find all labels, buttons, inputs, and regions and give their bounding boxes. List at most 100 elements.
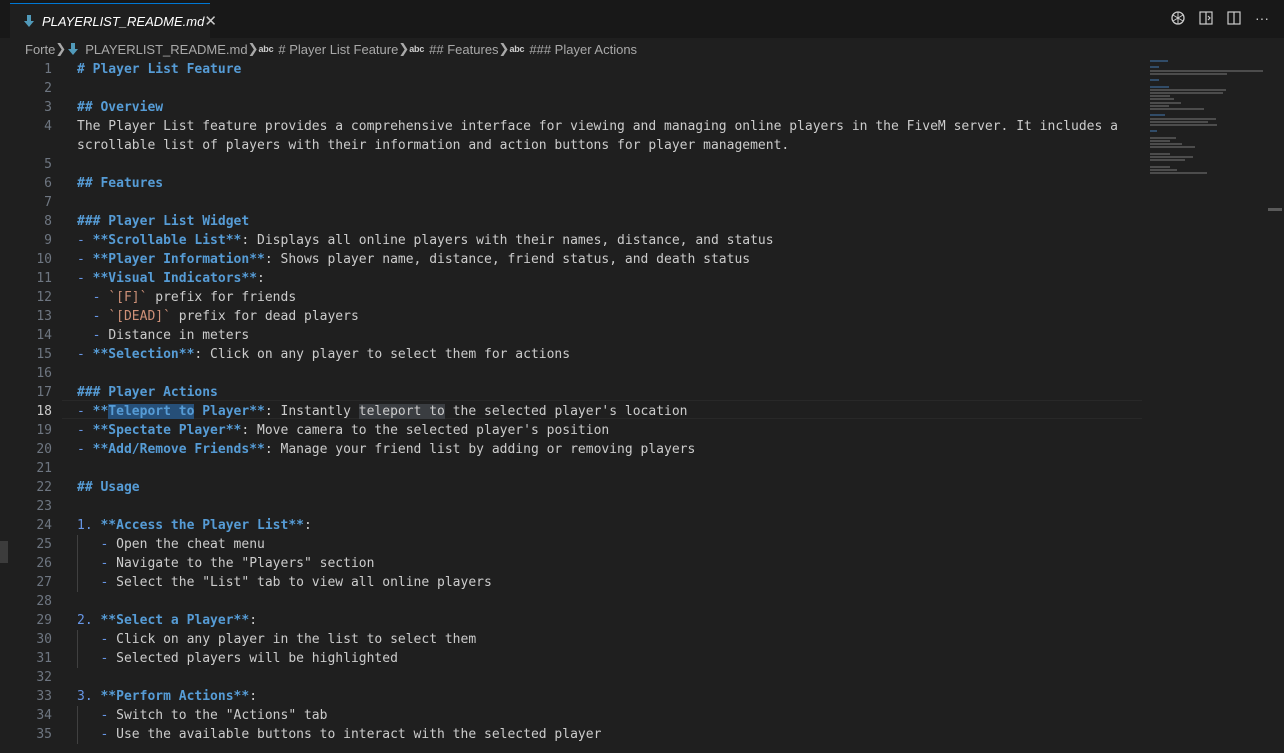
- code-line[interactable]: ## Features: [77, 174, 163, 193]
- token: : Move camera to the selected player's p…: [241, 423, 610, 438]
- open-preview-side-icon[interactable]: [1198, 10, 1214, 26]
- code-line[interactable]: - Distance in meters: [77, 326, 250, 345]
- breadcrumb-label: # Player List Feature: [278, 41, 399, 57]
- line-number: 11: [36, 271, 52, 286]
- line-number: 1: [44, 62, 52, 77]
- code-line[interactable]: The Player List feature provides a compr…: [77, 117, 1118, 136]
- token: scrollable list of players with their in…: [77, 138, 790, 153]
- split-editor-icon[interactable]: [1226, 10, 1242, 26]
- token: ## Features: [77, 176, 164, 191]
- editor-tab[interactable]: PLAYERLIST_README.md ✕: [10, 3, 217, 38]
- token: -: [77, 347, 93, 362]
- line-number: 9: [44, 233, 52, 248]
- token: Selected players will be highlighted: [116, 651, 398, 666]
- line-number: 17: [36, 385, 52, 400]
- markdown-arrow-icon: [22, 14, 36, 28]
- code-line[interactable]: scrollable list of players with their in…: [77, 136, 789, 155]
- token: 1.: [77, 518, 101, 533]
- code-line[interactable]: ## Overview: [77, 98, 163, 117]
- code-line[interactable]: - `[F]` prefix for friends: [77, 288, 297, 307]
- code-line[interactable]: ### Player List Widget: [77, 212, 249, 231]
- code-line[interactable]: 2. **Select a Player**:: [77, 611, 257, 630]
- token: -: [77, 233, 93, 248]
- line-number: 3: [44, 100, 52, 115]
- token: -: [100, 556, 117, 571]
- code-line[interactable]: - `[DEAD]` prefix for dead players: [77, 307, 359, 326]
- code-line[interactable]: - **Scrollable List**: Displays all onli…: [77, 231, 774, 250]
- code-lines[interactable]: # Player List Feature ## Overview The Play…: [77, 60, 1137, 753]
- code-line[interactable]: - **Visual Indicators**:: [77, 269, 265, 288]
- code-line[interactable]: - **Player Information**: Shows player n…: [77, 250, 750, 269]
- vertical-scrollbar[interactable]: [1268, 60, 1282, 753]
- code-line[interactable]: 3. **Perform Actions**:: [77, 687, 257, 706]
- line-number: 20: [36, 442, 52, 457]
- minimap-line: [1150, 152, 1170, 155]
- token: ## Overview: [77, 100, 164, 115]
- token: Navigate to the "Players" section: [116, 556, 375, 571]
- token: ## Usage: [77, 480, 140, 495]
- code-line[interactable]: - Selected players will be highlighted: [77, 649, 398, 668]
- code-line[interactable]: - **Selection**: Click on any player to …: [77, 345, 570, 364]
- code-line[interactable]: - **Spectate Player**: Move camera to th…: [77, 421, 609, 440]
- code-line[interactable]: - Open the cheat menu: [77, 535, 265, 554]
- close-icon[interactable]: ✕: [204, 12, 217, 30]
- openai-icon[interactable]: [1170, 10, 1186, 26]
- minimap-line: [1150, 140, 1171, 142]
- editor-area[interactable]: 1 2 3 4 5 6 7 8 9 10 11 12 13 14 15 16 17 18 19 20 21 22 23 24 2…: [0, 60, 1284, 753]
- code-line[interactable]: 1. **Access the Player List**:: [77, 516, 312, 535]
- scrollbar-thumb[interactable]: [1268, 208, 1282, 211]
- more-actions-icon[interactable]: ···: [1254, 10, 1270, 26]
- line-number: 19: [36, 423, 52, 438]
- token: teleport to: [358, 404, 445, 419]
- breadcrumb: Forte ❯ PLAYERLIST_README.md ❯ abc # Player L…: [0, 38, 1284, 60]
- line-number: 4: [44, 119, 52, 134]
- line-number: 10: [36, 252, 52, 267]
- code-line[interactable]: - Select the "List" tab to view all onli…: [77, 573, 491, 592]
- token: ### Player List Widget: [77, 214, 250, 229]
- token: -: [100, 632, 117, 647]
- token: **Spectate Player**: [92, 423, 242, 438]
- minimap-line: [1150, 92, 1224, 94]
- line-number: 34: [36, 708, 52, 723]
- breadcrumb-item[interactable]: PLAYERLIST_README.md: [66, 42, 248, 57]
- token: ### Player Actions: [77, 385, 218, 400]
- token: -: [92, 290, 109, 305]
- minimap-line: [1150, 66, 1160, 69]
- code-line[interactable]: - Navigate to the "Players" section: [77, 554, 374, 573]
- breadcrumb-item[interactable]: abc ### Player Actions: [509, 42, 637, 57]
- minimap-line: [1150, 114, 1166, 117]
- token: -: [92, 309, 109, 324]
- minimap-line: [1150, 130, 1157, 133]
- minimap[interactable]: [1150, 60, 1268, 190]
- code-line[interactable]: - Click on any player in the list to sel…: [77, 630, 476, 649]
- token: :: [257, 271, 265, 286]
- token: :: [249, 689, 258, 704]
- line-number: 28: [36, 594, 52, 609]
- code-line[interactable]: - **Add/Remove Friends**: Manage your fr…: [77, 440, 695, 459]
- code-line[interactable]: # Player List Feature: [77, 60, 241, 79]
- token: : Displays all online players with their…: [241, 233, 774, 248]
- token: -: [77, 252, 93, 267]
- indent-guide: [77, 630, 78, 668]
- token: 2.: [77, 613, 101, 628]
- code-line[interactable]: - Switch to the "Actions" tab: [77, 706, 327, 725]
- code-line[interactable]: - **Teleport to Player**: Instantly tele…: [77, 402, 688, 421]
- code-line[interactable]: ### Player Actions: [77, 383, 218, 402]
- token: `[F]`: [108, 290, 148, 305]
- line-number: 2: [44, 81, 52, 96]
- line-number: 23: [36, 499, 52, 514]
- breadcrumb-item[interactable]: abc # Player List Feature: [258, 42, 398, 57]
- token: `[DEAD]`: [108, 309, 171, 324]
- code-line[interactable]: - Use the available buttons to interact …: [77, 725, 601, 744]
- code-line[interactable]: ## Usage: [77, 478, 140, 497]
- breadcrumb-item[interactable]: Forte: [25, 42, 55, 57]
- minimap-line: [1150, 136, 1176, 139]
- chevron-right-icon: ❯: [398, 41, 410, 56]
- token: : Shows player name, distance, friend st…: [264, 252, 751, 267]
- minimap-line: [1150, 124, 1218, 126]
- breadcrumb-item[interactable]: abc ## Features: [409, 42, 498, 57]
- minimap-line: [1150, 146, 1196, 149]
- token: Open the cheat menu: [116, 537, 265, 552]
